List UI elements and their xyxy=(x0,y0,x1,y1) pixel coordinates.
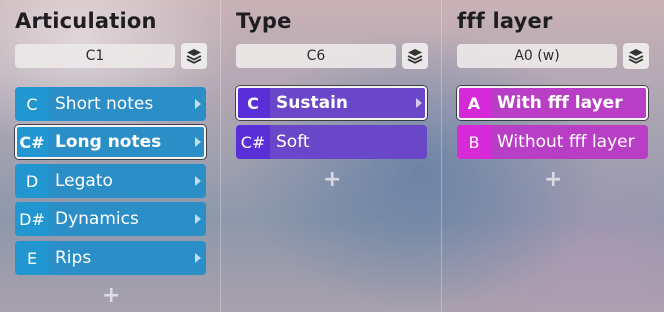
list-item-selected[interactable]: C Sustain xyxy=(236,86,427,120)
fff-layer-key-field[interactable]: A0 (w) xyxy=(457,44,617,68)
list-item[interactable]: D# Dynamics xyxy=(15,202,206,236)
item-key: C# xyxy=(15,125,49,159)
articulation-key-field[interactable]: C1 xyxy=(15,44,175,68)
item-key: E xyxy=(15,241,49,275)
layers-icon xyxy=(186,49,202,64)
item-label: Soft xyxy=(276,132,310,152)
layer-button[interactable] xyxy=(402,43,428,69)
layer-button[interactable] xyxy=(623,43,649,69)
list-item[interactable]: C# Soft xyxy=(236,125,427,159)
plus-icon[interactable]: + xyxy=(323,167,341,192)
chevron-right-icon xyxy=(190,175,206,187)
plus-icon[interactable]: + xyxy=(544,167,562,192)
list-item[interactable]: B Without fff layer xyxy=(457,125,648,159)
item-key: B xyxy=(457,125,491,159)
item-label: Long notes xyxy=(55,132,162,152)
layer-button[interactable] xyxy=(181,43,207,69)
column-title: Type xyxy=(236,9,292,33)
list-item[interactable]: D Legato xyxy=(15,164,206,198)
item-key: C xyxy=(236,86,270,120)
item-label: Sustain xyxy=(276,93,348,113)
chevron-right-icon xyxy=(411,97,427,109)
chevron-right-icon xyxy=(190,136,206,148)
item-label: Legato xyxy=(55,171,113,191)
chevron-right-icon xyxy=(190,213,206,225)
list-item-selected[interactable]: C# Long notes xyxy=(15,125,206,159)
item-key: C# xyxy=(236,125,270,159)
column-title: fff layer xyxy=(457,9,553,33)
chevron-right-icon xyxy=(190,98,206,110)
item-label: Short notes xyxy=(55,94,154,114)
list-item-selected[interactable]: A With fff layer xyxy=(457,86,648,120)
item-label: Rips xyxy=(55,248,92,268)
item-key: D xyxy=(15,164,49,198)
item-label: With fff layer xyxy=(497,93,623,113)
item-label: Without fff layer xyxy=(497,132,635,152)
item-key: A xyxy=(457,86,491,120)
list-item[interactable]: E Rips xyxy=(15,241,206,275)
articulation-column: Articulation C1 C Short notes C# Long no… xyxy=(0,0,220,312)
chevron-right-icon xyxy=(190,252,206,264)
column-title: Articulation xyxy=(15,9,157,33)
layers-icon xyxy=(628,49,644,64)
item-key: C xyxy=(15,87,49,121)
item-label: Dynamics xyxy=(55,209,139,229)
type-column: Type C6 C Sustain C# Soft + xyxy=(221,0,441,312)
list-item[interactable]: C Short notes xyxy=(15,87,206,121)
type-key-field[interactable]: C6 xyxy=(236,44,396,68)
plus-icon[interactable]: + xyxy=(102,283,120,308)
fff-layer-column: fff layer A0 (w) A With fff layer B With… xyxy=(442,0,662,312)
item-key: D# xyxy=(15,202,49,236)
layers-icon xyxy=(407,49,423,64)
